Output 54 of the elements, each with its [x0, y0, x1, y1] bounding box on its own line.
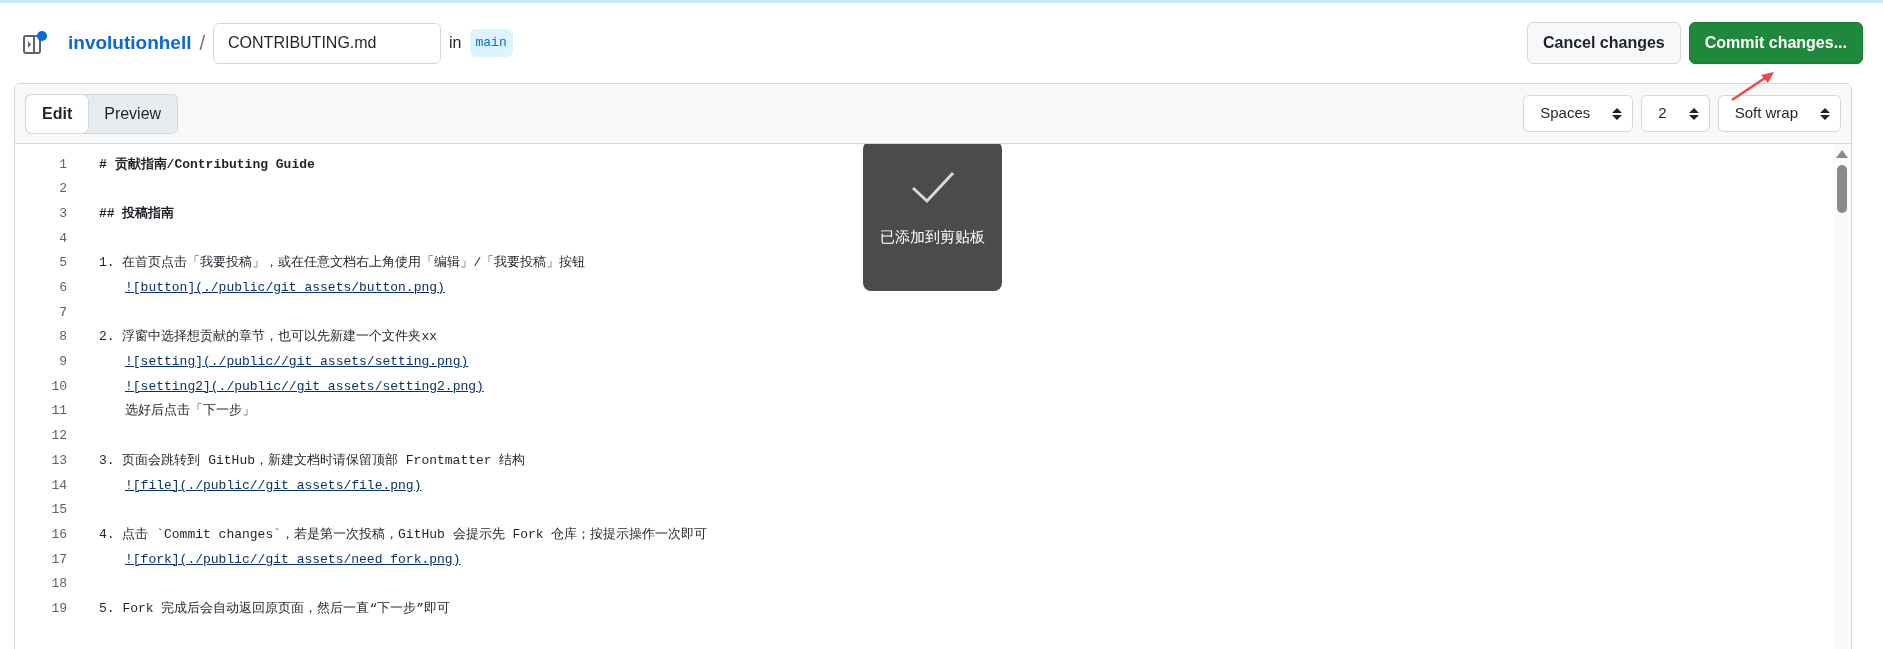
image-link[interactable]: ![setting2](./public//git_assets/setting2.png) — [125, 376, 484, 397]
line-number: 19 — [50, 599, 67, 618]
image-link[interactable]: ![file](./public//git_assets/file.png) — [125, 475, 422, 496]
line-number: 14 — [50, 476, 67, 495]
sort-caret-icon — [1612, 106, 1623, 121]
dropdown-select[interactable]: Spaces — [1523, 95, 1634, 132]
code-line: 4. 点击 `Commit changes`，若是第一次投稿，GitHub 会提示先 Fork 仓库；按提示操作一次即可 — [99, 525, 708, 544]
code-line: 2. 浮窗中选择想贡献的章节，也可以先新建一个文件夹xx — [99, 328, 437, 347]
image-link[interactable]: ![setting](./public//git_assets/setting.png) — [125, 352, 469, 372]
line-number: 18 — [50, 575, 67, 594]
line-number: 16 — [50, 525, 67, 544]
line-number: 17 — [50, 550, 67, 569]
line-number: 7 — [58, 303, 67, 322]
code-line: 3. 页面会跳转到 GitHub，新建文档时请保留顶部 Frontmatter 结构 — [99, 451, 526, 470]
editor-tab[interactable]: Edit — [26, 94, 89, 133]
dropdown-select[interactable]: 2 — [1641, 95, 1710, 132]
code-line: 5. Fork 完成后会自动返回原页面，然后一直“下一步”即可 — [99, 599, 450, 618]
line-number: 11 — [50, 402, 67, 421]
sidebar-toggle-icon[interactable] — [22, 30, 48, 56]
filename-field[interactable]: CONTRIBUTING.md — [213, 22, 442, 64]
commit-button[interactable]: Commit changes... — [1688, 22, 1863, 64]
sort-caret-icon — [1820, 106, 1830, 121]
code-line: # 贡献指南/Contributing Guide — [99, 155, 315, 174]
line-number: 8 — [58, 328, 67, 347]
repository-link[interactable]: involutionhell — [68, 28, 192, 58]
scroll-up-icon[interactable] — [1836, 150, 1848, 158]
annotation-arrow — [1730, 70, 1776, 102]
scrollbar[interactable] — [1833, 144, 1851, 649]
line-number: 15 — [50, 501, 67, 520]
in-label: in — [449, 33, 462, 53]
toast-message: 已添加到剪贴板 — [880, 227, 985, 247]
line-number: 1 — [58, 155, 67, 174]
branch-label[interactable]: main — [469, 29, 513, 57]
code-line: ## 投稿指南 — [99, 204, 175, 223]
checkmark-icon — [909, 170, 956, 204]
line-number: 3 — [58, 204, 67, 223]
line-number: 13 — [50, 451, 67, 470]
line-number: 10 — [50, 377, 67, 396]
line-number: 2 — [58, 180, 67, 199]
code-line: 1. 在首页点击「我要投稿」，或在任意文档右上角使用「编辑」/「我要投稿」按钮 — [99, 254, 586, 273]
image-link[interactable]: ![button](./public/git_assets/button.png) — [125, 278, 445, 298]
dropdown-select[interactable]: Soft wrap — [1717, 95, 1841, 132]
sort-caret-icon — [1688, 106, 1699, 121]
line-number: 5 — [58, 254, 67, 273]
line-number: 12 — [50, 427, 67, 446]
line-number: 4 — [58, 229, 67, 248]
cancel-button[interactable]: Cancel changes — [1526, 22, 1681, 64]
line-number: 9 — [58, 353, 67, 372]
editor-tab[interactable]: Preview — [88, 94, 178, 133]
line-number: 6 — [58, 279, 67, 298]
image-link[interactable]: ![fork](./public//git_assets/need_fork.png) — [125, 549, 461, 570]
path-separator: / — [199, 31, 206, 56]
scrollbar-thumb[interactable] — [1837, 165, 1847, 213]
code-line: 选好后点击「下一步」 — [125, 402, 255, 421]
